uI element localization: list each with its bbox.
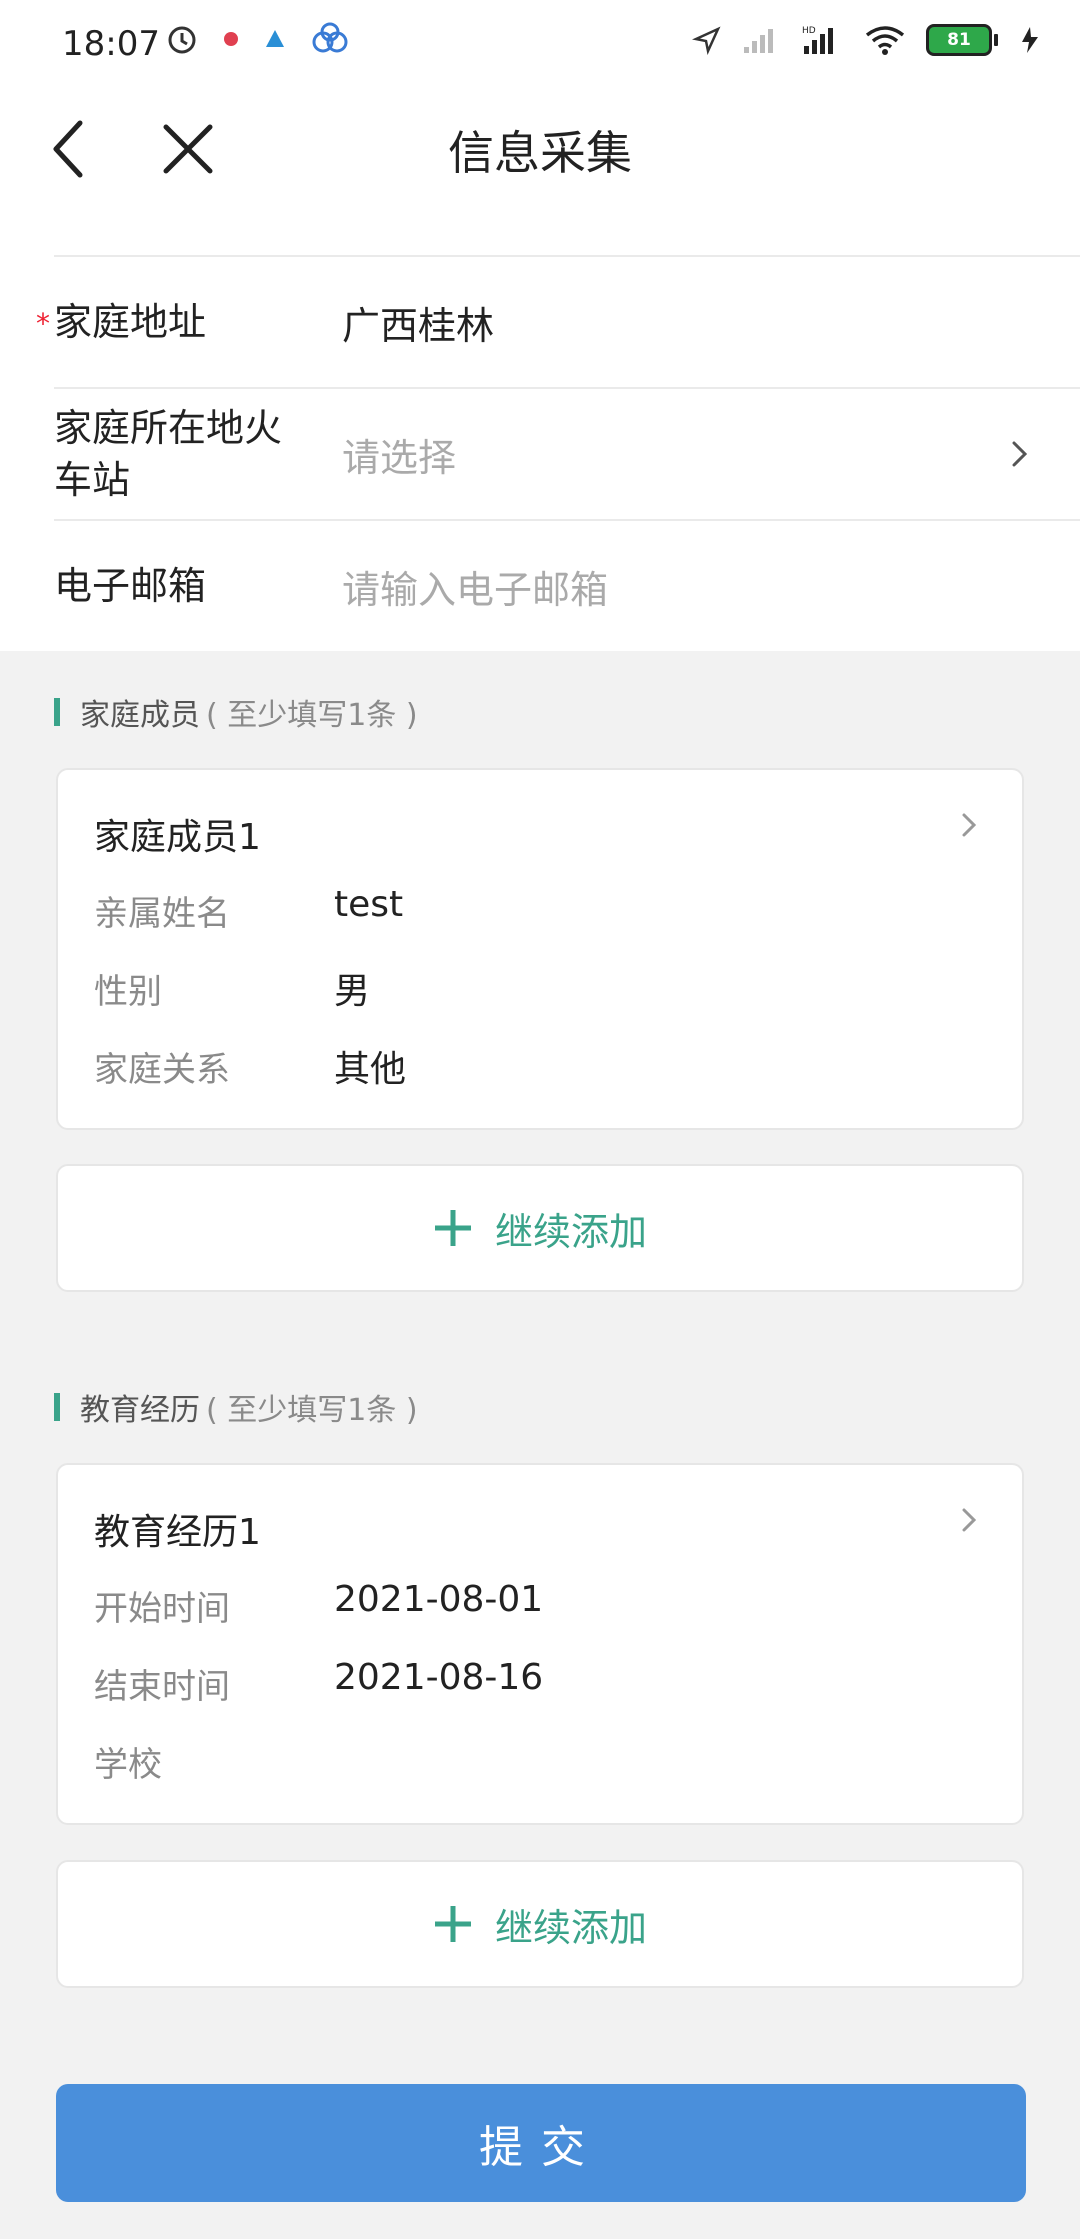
family-field-label: 家庭关系 [94,1050,230,1090]
address-row[interactable]: * 家庭地址 广西桂林 [36,257,1080,389]
email-field[interactable]: 请输入电子邮箱 [342,521,608,651]
plus-icon [433,1208,473,1248]
station-row[interactable]: 家庭所在地火 车站 请选择 [54,389,1080,521]
battery-icon: 81 [926,24,998,56]
family-field-label: 亲属姓名 [94,894,230,934]
info-form: * 家庭地址 广西桂林 家庭所在地火 车站 请选择 电子邮箱 请输入电子邮箱 [0,205,1080,651]
section-marker [54,698,60,726]
family-field-value: test [334,884,404,925]
family-section-label: 家庭成员 [80,698,200,733]
chevron-right-icon [954,1505,984,1535]
family-member-card[interactable]: 家庭成员1 亲属姓名 test 性别 男 家庭关系 其他 [56,768,1024,1130]
submit-button[interactable]: 提交 [56,2084,1026,2202]
education-field-label: 学校 [94,1745,162,1785]
station-label-line2: 车站 [54,458,131,502]
education-field-label: 结束时间 [94,1667,230,1707]
status-time: 18:07 [62,24,160,64]
partial-row-cut-off [54,205,1080,257]
family-card-title: 家庭成员1 [94,817,261,858]
required-mark: * [36,307,50,340]
family-field-value: 男 [334,971,371,1012]
location-icon [692,26,721,55]
station-select[interactable]: 请选择 [342,389,456,519]
chevron-right-icon [1000,434,1040,474]
address-input[interactable]: 广西桂林 [342,257,494,387]
add-family-member-button[interactable]: 继续添加 [56,1164,1024,1292]
status-left-icons [165,22,353,56]
station-label-line1: 家庭所在地火 [54,406,283,450]
education-section-hint: ( 至少填写1条 ) [206,1393,418,1428]
page-title: 信息采集 [448,126,632,180]
notification-dot-icon [224,32,238,46]
education-card[interactable]: 教育经历1 开始时间 2021-08-01 结束时间 2021-08-16 学校 [56,1463,1024,1825]
education-card-title: 教育经历1 [94,1512,261,1553]
nav-bar: 信息采集 [0,95,1080,206]
family-section-hint: ( 至少填写1条 ) [206,698,418,733]
email-row[interactable]: 电子邮箱 请输入电子邮箱 [54,521,1080,651]
section-marker [54,1393,60,1421]
family-field-value: 其他 [334,1049,407,1090]
cloud-app-icon [312,22,348,53]
address-label: 家庭地址 [54,300,207,344]
education-section-label: 教育经历 [80,1393,200,1428]
add-education-label: 继续添加 [494,1905,647,1950]
email-label: 电子邮箱 [54,564,207,608]
station-label: 家庭所在地火 车站 [54,389,334,519]
battery-level: 81 [926,24,992,56]
signal-hd-icon: HD [802,26,833,54]
wifi-icon [865,26,905,55]
plus-icon [433,1904,473,1944]
add-education-button[interactable]: 继续添加 [56,1860,1024,1988]
charging-icon [1022,27,1038,53]
signal-icon [744,29,773,53]
svg-text:HD: HD [802,26,816,36]
status-right-icons: HD 81 [692,24,1042,56]
add-family-label: 继续添加 [494,1209,647,1254]
chevron-right-icon [954,810,984,840]
education-field-value: 2021-08-16 [334,1657,544,1698]
app-notification-icon [266,30,284,47]
education-field-label: 开始时间 [94,1589,230,1629]
alarm-icon [168,26,196,54]
family-section-title: 家庭成员 ( 至少填写1条 ) [54,690,418,734]
education-field-value: 2021-08-01 [334,1579,544,1620]
education-section-title: 教育经历 ( 至少填写1条 ) [54,1385,418,1429]
family-field-label: 性别 [94,972,162,1012]
status-bar: 18:07 HD 81 [0,0,1080,95]
